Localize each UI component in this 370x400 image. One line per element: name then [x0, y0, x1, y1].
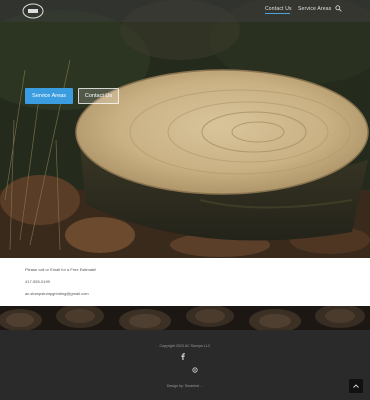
estimate-text: Please call or Email for a Free Estimate…: [25, 267, 97, 272]
contact-section: Please call or Email for a Free Estimate…: [0, 258, 370, 306]
wood-slices-image: [0, 306, 370, 330]
active-underline: [265, 13, 290, 14]
nav-service-areas[interactable]: Service Areas: [298, 6, 331, 12]
service-areas-button[interactable]: Service Areas: [25, 88, 73, 104]
design-credit: Design by: Smartest ...: [0, 384, 370, 388]
search-icon[interactable]: [335, 5, 342, 12]
footer: Copyright 2023 AC Stumps LLC Design by: …: [0, 330, 370, 400]
hero-section: Contact Us Service Areas Service Areas C…: [0, 0, 370, 258]
wood-slices-banner: [0, 306, 370, 330]
tree-stump-image: [0, 0, 370, 258]
credit-prefix: Design by: Smartest: [166, 384, 200, 388]
back-to-top-button[interactable]: [349, 379, 363, 393]
facebook-icon[interactable]: [180, 353, 186, 360]
phone-number[interactable]: 417-555-0199: [25, 279, 50, 284]
nav-contact-us[interactable]: Contact Us: [265, 6, 292, 12]
chevron-up-icon: [353, 384, 359, 388]
email-address[interactable]: ac.stumpstumpgrinding@gmail.com: [25, 291, 89, 296]
top-nav: Contact Us Service Areas: [0, 0, 370, 22]
copyright-text: Copyright 2023 AC Stumps LLC: [159, 344, 211, 348]
site-logo[interactable]: [22, 3, 44, 19]
credit-link[interactable]: ...: [200, 384, 203, 388]
map-pin-icon[interactable]: [192, 367, 198, 373]
contact-us-button[interactable]: Contact Us: [78, 88, 119, 104]
